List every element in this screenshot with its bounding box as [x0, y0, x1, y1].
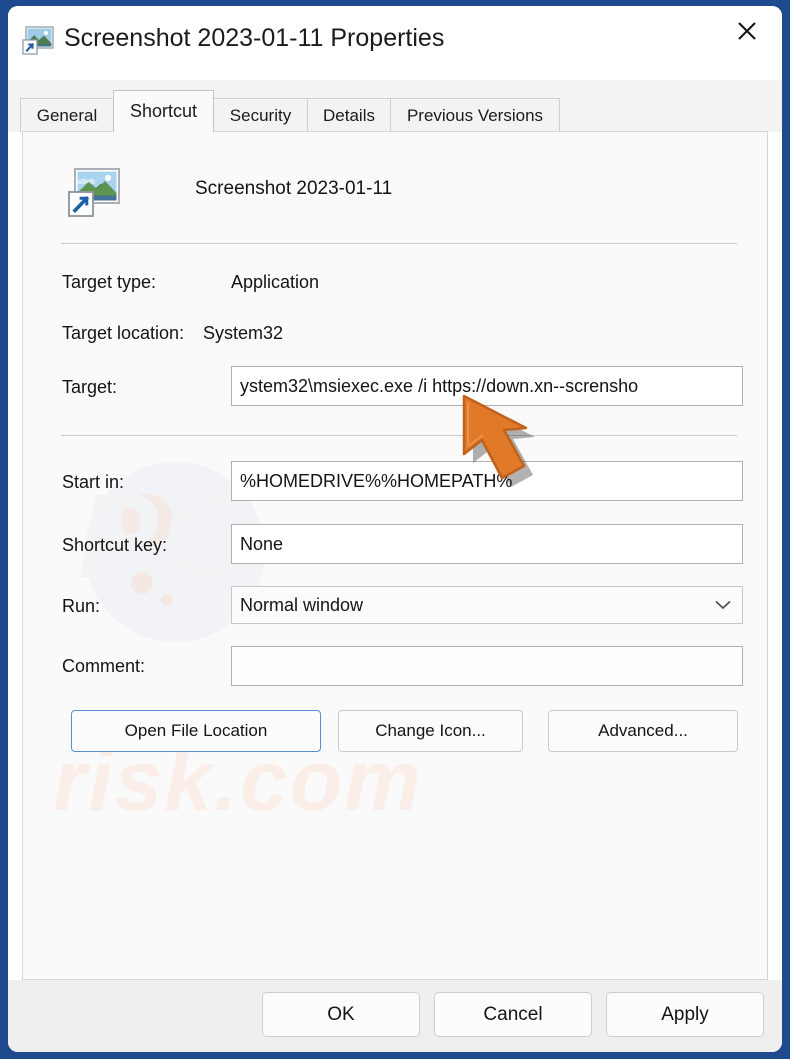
tab-strip: General Shortcut Security Details Previo… [8, 80, 782, 132]
divider [61, 435, 737, 436]
ok-button[interactable]: OK [262, 992, 420, 1037]
shortcut-file-icon [67, 164, 122, 219]
tab-details[interactable]: Details [307, 98, 391, 132]
tab-general[interactable]: General [20, 98, 114, 132]
start-in-input[interactable]: %HOMEDRIVE%%HOMEPATH% [231, 461, 743, 501]
button-label: OK [327, 1003, 355, 1025]
button-label: Open File Location [124, 721, 268, 740]
target-location-value: System32 [203, 323, 284, 343]
shortcut-key-label: Shortcut key: [62, 535, 168, 555]
tab-security[interactable]: Security [213, 98, 308, 132]
target-type-label: Target type: [62, 272, 157, 292]
tab-label: Shortcut [129, 101, 198, 121]
shortcut-tab-panel: PC risk.com Screenshot 2023-01-11 Target… [22, 131, 768, 980]
tab-label: Security [229, 105, 292, 125]
chevron-down-icon [714, 595, 732, 616]
button-label: Apply [661, 1003, 709, 1025]
cancel-button[interactable]: Cancel [434, 992, 592, 1037]
target-type-value: Application [231, 272, 320, 292]
target-location-label: Target location: [62, 323, 185, 343]
button-label: Cancel [483, 1003, 543, 1025]
properties-dialog: Screenshot 2023-01-11 Properties General… [8, 6, 782, 1052]
window-frame: Screenshot 2023-01-11 Properties General… [0, 0, 790, 1059]
target-label: Target: [62, 377, 118, 397]
tab-label: Details [323, 105, 375, 125]
run-label: Run: [62, 596, 101, 616]
button-label: Advanced... [598, 721, 688, 740]
comment-label: Comment: [62, 656, 146, 676]
button-label: Change Icon... [375, 721, 486, 740]
picture-shortcut-icon [21, 23, 55, 57]
comment-input[interactable] [231, 646, 743, 686]
apply-button[interactable]: Apply [606, 992, 764, 1037]
advanced-button[interactable]: Advanced... [548, 710, 738, 752]
tab-previous-versions[interactable]: Previous Versions [390, 98, 560, 132]
start-in-label: Start in: [62, 472, 125, 492]
close-icon [738, 22, 756, 40]
watermark-dot [161, 594, 173, 606]
target-input[interactable]: ystem32\msiexec.exe /i https://down.xn--… [231, 366, 743, 406]
run-combobox[interactable]: Normal window [231, 586, 743, 624]
change-icon-button[interactable]: Change Icon... [338, 710, 523, 752]
tab-label: Previous Versions [406, 105, 544, 125]
watermark-dot [131, 572, 153, 594]
dialog-button-bar: OK Cancel Apply [8, 980, 782, 1052]
window-title: Screenshot 2023-01-11 Properties [64, 24, 445, 52]
shortcut-key-input[interactable]: None [231, 524, 743, 564]
close-button[interactable] [720, 6, 774, 56]
shortcut-name: Screenshot 2023-01-11 [195, 178, 393, 199]
title-bar: Screenshot 2023-01-11 Properties [8, 6, 782, 80]
open-file-location-button[interactable]: Open File Location [71, 710, 321, 752]
tab-shortcut[interactable]: Shortcut [113, 90, 214, 132]
run-selected-value: Normal window [240, 594, 364, 615]
tab-label: General [36, 105, 98, 125]
divider [61, 243, 737, 244]
